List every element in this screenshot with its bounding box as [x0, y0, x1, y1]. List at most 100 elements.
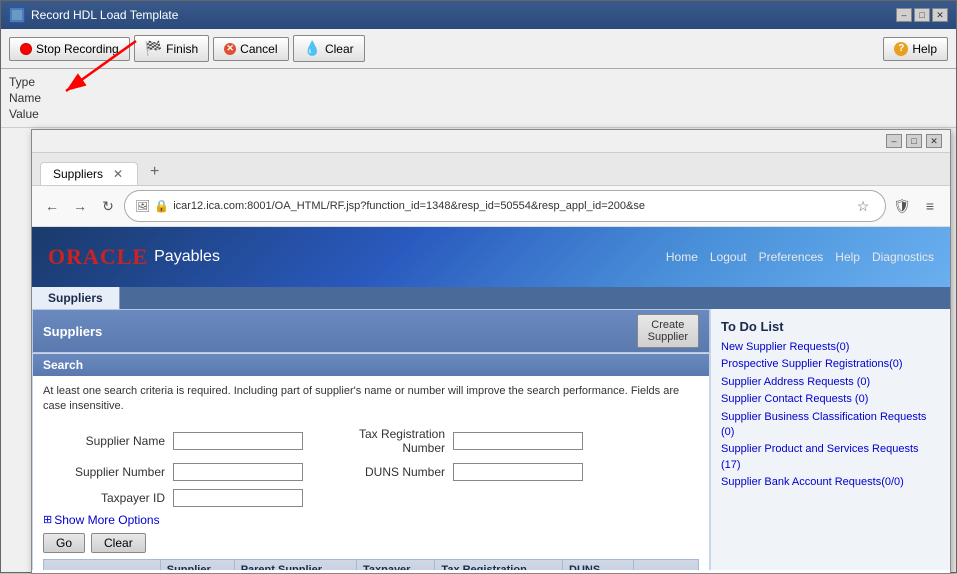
content-right: To Do List New Supplier Requests(0) Pros…	[710, 309, 950, 570]
address-bar[interactable]: 🖼 🔒 icar12.ica.com:8001/OA_HTML/RF.jsp?f…	[124, 190, 886, 222]
nav-logout[interactable]: Logout	[710, 250, 747, 264]
nav-back-button[interactable]: ←	[40, 194, 64, 218]
cancel-icon: ✕	[224, 43, 236, 55]
search-header: Search	[33, 354, 709, 376]
nav-home[interactable]: Home	[666, 250, 698, 264]
nav-help[interactable]: Help	[835, 250, 860, 264]
titlebar-controls: – □ ✕	[896, 8, 948, 22]
plus-icon: ⊞	[43, 513, 52, 526]
col-duns: DUNSNumber	[563, 559, 634, 570]
oracle-nav-links: Home Logout Preferences Help Diagnostics	[666, 250, 934, 264]
tax-reg-label: Tax Registration Number	[323, 427, 453, 455]
form-row-1: Supplier Name Tax Registration Number	[43, 423, 699, 459]
clear-icon: 💧	[304, 40, 321, 57]
new-tab-button[interactable]: +	[142, 159, 167, 185]
oracle-logo: ORACLE Payables	[48, 244, 220, 270]
todo-classification-requests[interactable]: Supplier Business Classification Request…	[721, 410, 940, 441]
value-label: Value	[9, 107, 54, 121]
finish-button[interactable]: 🏁 Finish	[134, 35, 209, 62]
clear-label: Clear	[325, 42, 354, 56]
browser-maximize-button[interactable]: □	[906, 134, 922, 148]
cancel-button[interactable]: ✕ Cancel	[213, 37, 288, 61]
form-buttons: Go Clear	[43, 533, 699, 553]
oracle-product-text: Payables	[154, 248, 220, 266]
oracle-logo-text: ORACLE	[48, 244, 148, 270]
supplier-number-label: Supplier Number	[43, 465, 173, 479]
results-table: Supplier Name SupplierNumber Parent Supp…	[43, 559, 699, 570]
todo-bank-account[interactable]: Supplier Bank Account Requests(0/0)	[721, 475, 940, 490]
stop-recording-label: Stop Recording	[36, 42, 119, 56]
nav-preferences[interactable]: Preferences	[759, 250, 824, 264]
nav-forward-button[interactable]: →	[68, 194, 92, 218]
todo-new-supplier-requests[interactable]: New Supplier Requests(0)	[721, 340, 940, 355]
suppliers-title: Suppliers	[43, 324, 102, 339]
clear-button[interactable]: 💧 Clear	[293, 35, 365, 62]
todo-product-services[interactable]: Supplier Product and Services Requests (…	[721, 442, 940, 473]
name-label: Name	[9, 91, 54, 105]
finish-label: Finish	[166, 42, 198, 56]
hdl-titlebar: Record HDL Load Template – □ ✕	[1, 1, 956, 29]
supplier-name-row: Supplier Name	[43, 432, 303, 450]
todo-contact-requests[interactable]: Supplier Contact Requests (0)	[721, 392, 940, 407]
suppliers-tab[interactable]: Suppliers ✕	[40, 162, 138, 185]
supplier-number-input[interactable]	[173, 463, 303, 481]
security-icon: 🔒	[154, 199, 169, 213]
help-icon: ?	[894, 42, 908, 56]
taxpayer-input[interactable]	[173, 489, 303, 507]
tab-close-button[interactable]: ✕	[111, 167, 125, 181]
supplier-name-input[interactable]	[173, 432, 303, 450]
main-content: Suppliers Create Supplier Search At leas…	[32, 309, 950, 570]
stop-icon	[20, 43, 32, 55]
hdl-toolbar: Stop Recording 🏁 Finish ✕ Cancel 💧 Clear…	[1, 29, 956, 69]
todo-prospective-registrations[interactable]: Prospective Supplier Registrations(0)	[721, 357, 940, 372]
cancel-label: Cancel	[240, 42, 277, 56]
go-button[interactable]: Go	[43, 533, 85, 553]
hdl-title: Record HDL Load Template	[31, 8, 896, 22]
duns-label: DUNS Number	[323, 465, 453, 479]
show-more-link[interactable]: Show More Options	[54, 513, 159, 527]
nav-refresh-button[interactable]: ↻	[96, 194, 120, 218]
todo-links: New Supplier Requests(0) Prospective Sup…	[721, 340, 940, 491]
browser-window: – □ ✕ Suppliers ✕ + ← → ↻ 🖼 🔒 icar12.ica…	[31, 129, 951, 574]
browser-close-button[interactable]: ✕	[926, 134, 942, 148]
col-parent-supplier: Parent SupplierName	[234, 559, 356, 570]
show-more-options[interactable]: ⊞ Show More Options	[43, 513, 699, 527]
page-tabs: Suppliers	[32, 287, 950, 309]
tax-reg-input[interactable]	[453, 432, 583, 450]
help-button[interactable]: ? Help	[883, 37, 948, 61]
duns-row: DUNS Number	[323, 463, 583, 481]
close-button[interactable]: ✕	[932, 8, 948, 22]
suppliers-page-tab[interactable]: Suppliers	[32, 287, 120, 309]
finish-icon: 🏁	[145, 40, 162, 57]
supplier-number-row: Supplier Number	[43, 463, 303, 481]
tax-reg-row: Tax Registration Number	[323, 427, 583, 455]
menu-button[interactable]: ≡	[918, 194, 942, 218]
bookmark-button[interactable]: ☆	[851, 194, 875, 218]
hdl-window: Record HDL Load Template – □ ✕ Stop Reco…	[0, 0, 957, 573]
todo-header: To Do List	[721, 319, 940, 334]
suppliers-section-header: Suppliers Create Supplier	[33, 310, 709, 352]
hdl-fields: Type Name Value	[1, 69, 956, 128]
page-icon: 🖼	[135, 199, 150, 213]
value-row: Value	[9, 107, 948, 121]
supplier-name-label: Supplier Name	[43, 434, 173, 448]
minimize-button[interactable]: –	[896, 8, 912, 22]
content-left: Suppliers Create Supplier Search At leas…	[32, 309, 710, 570]
suppliers-section: Suppliers Create Supplier	[32, 309, 710, 353]
maximize-button[interactable]: □	[914, 8, 930, 22]
nav-diagnostics[interactable]: Diagnostics	[872, 250, 934, 264]
taxpayer-row: Taxpayer ID	[43, 489, 699, 507]
browser-minimize-button[interactable]: –	[886, 134, 902, 148]
col-supplier-number: SupplierNumber	[160, 559, 234, 570]
extensions-button[interactable]: 🛡	[890, 194, 914, 218]
nav-right: 🛡 ≡	[890, 194, 942, 218]
todo-address-requests[interactable]: Supplier Address Requests (0)	[721, 375, 940, 390]
type-label: Type	[9, 75, 54, 89]
search-section: Search At least one search criteria is r…	[32, 353, 710, 570]
tab-label: Suppliers	[53, 167, 103, 181]
duns-input[interactable]	[453, 463, 583, 481]
stop-recording-button[interactable]: Stop Recording	[9, 37, 130, 61]
app-icon	[9, 7, 25, 23]
create-supplier-button[interactable]: Create Supplier	[637, 314, 699, 348]
clear-form-button[interactable]: Clear	[91, 533, 146, 553]
